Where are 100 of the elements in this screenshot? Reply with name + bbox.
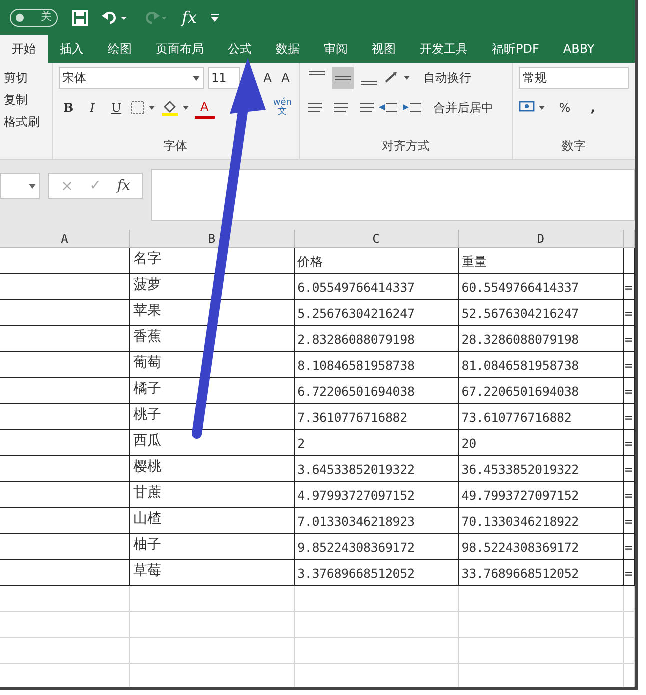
table-cell: 香蕉 xyxy=(130,326,295,352)
autosave-toggle[interactable]: 关 xyxy=(10,8,58,26)
clipboard-command[interactable]: 格式刷 xyxy=(4,113,48,131)
table-cell: 98.5224308369172 xyxy=(458,534,624,560)
table-cell: 9.85224308369172 xyxy=(294,534,459,560)
table-cell: 柚子 xyxy=(130,534,295,560)
clipboard-command[interactable]: 剪切 xyxy=(4,69,48,87)
ribbon-tab[interactable]: 审阅 xyxy=(312,35,360,63)
table-cell: 价格 xyxy=(294,248,459,274)
table-cell: 67.2206501694038 xyxy=(458,378,624,404)
shrink-font-button[interactable]: A xyxy=(278,67,293,89)
table-cell: 4.97993727097152 xyxy=(294,482,459,508)
phonetic-guide-button[interactable]: wén 文 xyxy=(272,97,293,119)
table-cell: 8.10846581958738 xyxy=(294,352,459,378)
table-cell: 60.5549766414337 xyxy=(458,274,624,300)
insert-function-button[interactable]: fx xyxy=(117,176,130,196)
customize-caret-icon[interactable] xyxy=(210,14,219,22)
ribbon-tab[interactable]: 公式 xyxy=(216,35,264,63)
column-header[interactable]: C xyxy=(294,230,459,247)
table-cell: 重量 xyxy=(458,248,624,274)
font-color-button[interactable]: A xyxy=(194,97,215,119)
table-cell: = xyxy=(624,430,635,456)
grow-font-button[interactable]: A xyxy=(260,67,275,89)
table-cell: 52.5676304216247 xyxy=(458,300,624,326)
table-cell: = xyxy=(624,534,635,560)
table-cell: 樱桃 xyxy=(130,456,295,482)
table-cell: = xyxy=(624,300,635,326)
wrap-text-button[interactable]: 自动换行 xyxy=(424,67,472,89)
table-cell: 桃子 xyxy=(130,404,295,430)
table-cell: 49.7993727097152 xyxy=(458,482,624,508)
group-label: 数字 xyxy=(561,138,587,155)
formula-input[interactable] xyxy=(151,169,635,221)
table-cell: 36.4533852019322 xyxy=(458,456,624,482)
insert-function-button[interactable]: fx xyxy=(182,6,197,30)
ribbon-tab[interactable]: 视图 xyxy=(360,35,408,63)
table-cell: 山楂 xyxy=(130,508,295,534)
clipboard-command[interactable]: 复制 xyxy=(4,91,48,109)
ribbon-tab[interactable]: 开始 xyxy=(0,35,48,63)
group-label: 对齐方式 xyxy=(380,138,431,155)
table-cell: = xyxy=(624,404,635,430)
column-header[interactable]: B xyxy=(130,230,295,247)
table-cell: 20 xyxy=(458,430,624,456)
table-cell: 2.83286088079198 xyxy=(294,326,459,352)
percent-button[interactable]: % xyxy=(555,97,575,119)
table-cell: 葡萄 xyxy=(130,352,295,378)
table-cell: 甘蔗 xyxy=(130,482,295,508)
table-cell: = xyxy=(624,482,635,508)
font-style-button[interactable]: I xyxy=(82,97,103,119)
table-cell: = xyxy=(624,508,635,534)
vertical-align-icon[interactable] xyxy=(332,67,354,89)
dropdown-caret-icon xyxy=(29,184,36,188)
table-cell: = xyxy=(624,274,635,300)
font-style-button[interactable]: U xyxy=(106,97,127,119)
table-cell: 6.72206501694038 xyxy=(294,378,459,404)
table-cell: = xyxy=(624,352,635,378)
table-cell: 3.64533852019322 xyxy=(294,456,459,482)
table-cell: 7.3610776716882 xyxy=(294,404,459,430)
ribbon-tab[interactable]: 开发工具 xyxy=(408,35,480,63)
table-cell: 5.25676304216247 xyxy=(294,300,459,326)
table-cell: 28.3286088079198 xyxy=(458,326,624,352)
table-cell: 西瓜 xyxy=(130,430,295,456)
table-cell: = xyxy=(624,378,635,404)
font-name-field[interactable]: 宋体 xyxy=(58,67,204,89)
table-cell: 2 xyxy=(294,430,459,456)
comma-button[interactable]: , xyxy=(583,97,603,119)
ribbon-tab[interactable]: 页面布局 xyxy=(144,35,216,63)
ribbon-tab[interactable]: 福昕PDF xyxy=(480,35,552,63)
ribbon-tab[interactable]: 绘图 xyxy=(96,35,144,63)
ribbon-tab[interactable]: 数据 xyxy=(264,35,312,63)
table-cell: 73.610776716882 xyxy=(458,404,624,430)
column-header[interactable]: A xyxy=(0,230,130,247)
column-header[interactable]: D xyxy=(458,230,624,247)
merge-center-button[interactable]: 合并后居中 xyxy=(434,97,494,119)
number-format-field[interactable]: 常规 xyxy=(519,67,629,89)
fill-color-icon[interactable] xyxy=(160,100,191,116)
table-cell: 苹果 xyxy=(130,300,295,326)
ribbon-tab[interactable]: 插入 xyxy=(48,35,96,63)
table-cell: = xyxy=(624,456,635,482)
table-cell: 名字 xyxy=(130,248,295,274)
font-style-button[interactable]: B xyxy=(58,97,79,119)
dropdown-caret-icon xyxy=(192,76,200,80)
table-cell: 橘子 xyxy=(130,378,295,404)
table-cell: 70.1330346218922 xyxy=(458,508,624,534)
table-cell: = xyxy=(624,326,635,352)
font-size-field[interactable]: 11 xyxy=(208,67,240,89)
table-cell xyxy=(624,586,635,612)
table-cell xyxy=(624,612,635,638)
table-cell: 6.05549766414337 xyxy=(294,274,459,300)
table-cell xyxy=(624,638,635,664)
group-label: 字体 xyxy=(162,138,189,155)
table-cell xyxy=(624,248,635,274)
save-icon[interactable] xyxy=(72,10,88,26)
table-cell: 81.0846581958738 xyxy=(458,352,624,378)
table-cell: 菠萝 xyxy=(130,274,295,300)
ribbon-tab[interactable]: ABBY xyxy=(551,35,607,63)
borders-icon[interactable] xyxy=(130,101,157,115)
table-cell: 7.01330346218923 xyxy=(294,508,459,534)
table-cell: 3.37689668512052 xyxy=(294,560,459,586)
undo-icon[interactable] xyxy=(102,10,128,26)
table-cell: = xyxy=(624,560,635,586)
